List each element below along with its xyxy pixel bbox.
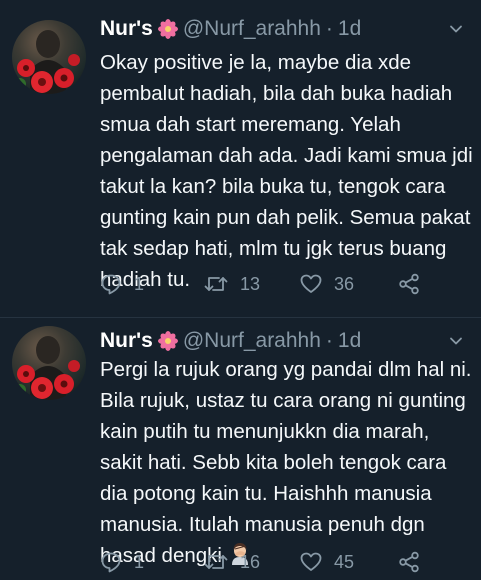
username[interactable]: @Nurf_arahhh xyxy=(183,329,321,353)
reply-count: 1 xyxy=(134,273,145,294)
tweet-text: Pergi la rujuk orang yg pandai dlm hal n… xyxy=(100,354,476,571)
timestamp[interactable]: 1d xyxy=(338,17,361,41)
avatar[interactable] xyxy=(12,20,86,94)
separator-dot: · xyxy=(325,329,333,352)
avatar-image xyxy=(14,336,84,400)
retweet-icon xyxy=(204,555,228,569)
like-icon xyxy=(300,274,322,293)
tweet-text: Okay positive je la, maybe dia xde pemba… xyxy=(100,51,473,291)
tweet-actions: 1 16 45 xyxy=(100,548,440,576)
reply-button[interactable]: 1 xyxy=(100,548,144,576)
avatar-image xyxy=(14,30,84,94)
retweet-count: 13 xyxy=(240,273,261,294)
retweet-count: 16 xyxy=(240,551,261,572)
tweet-header: Nur's @Nurf_arahhh · 1d xyxy=(100,14,361,44)
chevron-down-icon[interactable] xyxy=(449,334,463,348)
retweet-button[interactable]: 13 xyxy=(204,270,260,298)
reply-icon xyxy=(101,274,121,295)
flower-emoji-icon xyxy=(157,19,178,39)
like-icon xyxy=(300,552,322,571)
tweet-actions: 1 13 36 xyxy=(100,270,440,298)
share-icon xyxy=(399,551,419,573)
tweet[interactable]: Nur's @Nurf_arahhh · 1d Okay positive je… xyxy=(0,0,481,318)
tweet[interactable]: Nur's @Nurf_arahhh · 1d Pergi la rujuk o… xyxy=(0,318,481,580)
flower-emoji-icon xyxy=(157,331,178,351)
like-count: 36 xyxy=(334,273,355,294)
like-button[interactable]: 36 xyxy=(300,270,354,298)
username[interactable]: @Nurf_arahhh xyxy=(183,17,321,41)
avatar[interactable] xyxy=(12,326,86,400)
display-name[interactable]: Nur's xyxy=(100,17,153,41)
like-count: 45 xyxy=(334,551,355,572)
retweet-button[interactable]: 16 xyxy=(204,548,260,576)
like-button[interactable]: 45 xyxy=(300,548,354,576)
reply-icon xyxy=(101,552,121,573)
timestamp[interactable]: 1d xyxy=(338,329,361,353)
tweet-text-content: Pergi la rujuk orang yg pandai dlm hal n… xyxy=(100,358,472,567)
display-name[interactable]: Nur's xyxy=(100,329,153,353)
share-icon xyxy=(399,273,419,295)
chevron-down-icon[interactable] xyxy=(449,22,463,36)
tweet-header: Nur's @Nurf_arahhh · 1d xyxy=(100,326,361,356)
share-button[interactable] xyxy=(398,548,432,576)
separator-dot: · xyxy=(325,17,333,40)
reply-button[interactable]: 1 xyxy=(100,270,144,298)
reply-count: 1 xyxy=(134,551,145,572)
retweet-icon xyxy=(204,277,228,291)
share-button[interactable] xyxy=(398,270,432,298)
